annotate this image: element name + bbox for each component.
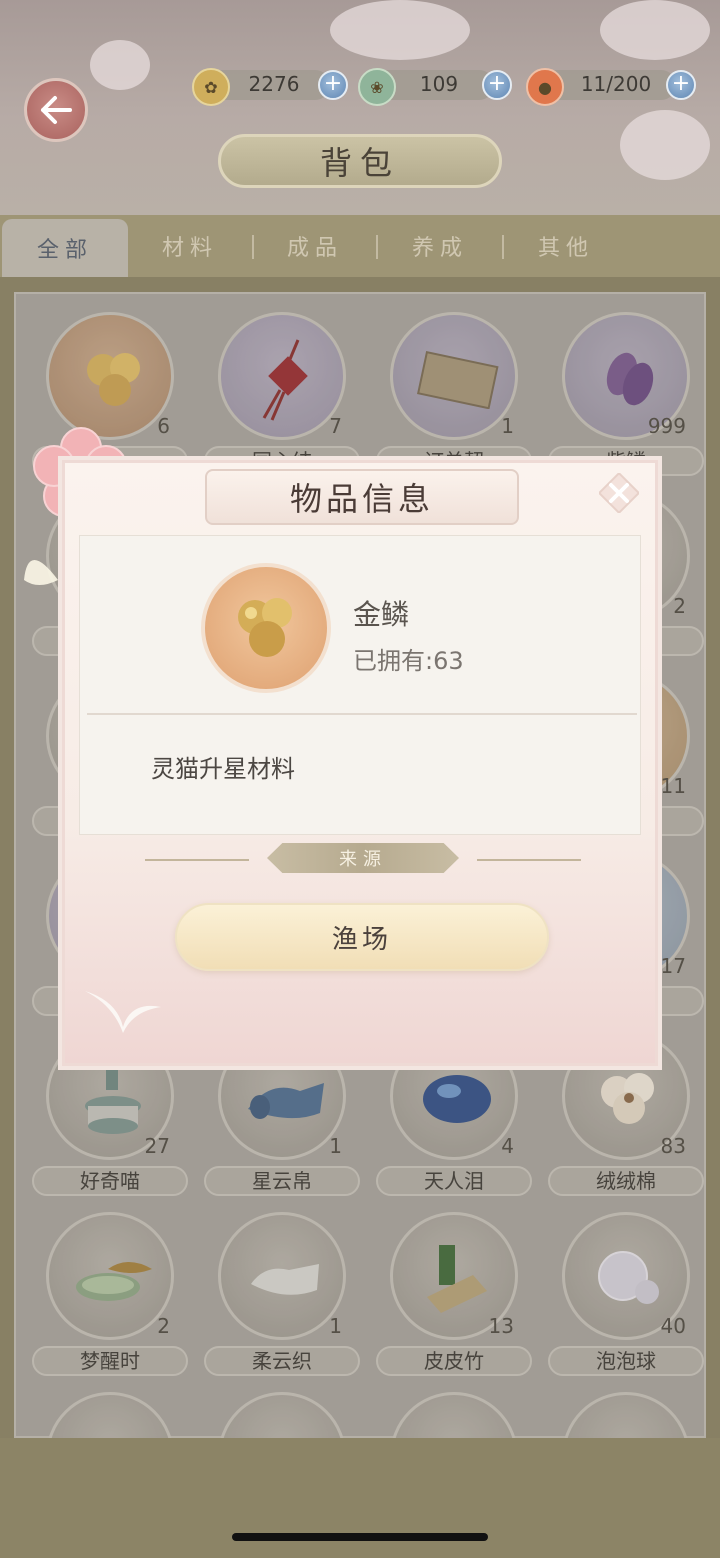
title-plate: 背包	[218, 134, 502, 188]
add-tokens-button[interactable]: +	[482, 70, 512, 100]
close-button[interactable]	[593, 467, 645, 519]
divider	[477, 859, 581, 861]
divider	[87, 713, 637, 715]
add-food-button[interactable]: +	[666, 70, 696, 100]
source-header: 来源	[145, 843, 581, 877]
coins-value: 2276	[248, 72, 300, 96]
blossom-decor	[600, 0, 710, 60]
dialog-title: 物品信息	[289, 480, 434, 518]
blossom-decor	[90, 40, 150, 90]
source-fishery-button[interactable]: 渔场	[175, 903, 549, 971]
add-coins-button[interactable]: +	[318, 70, 348, 100]
divider	[145, 859, 249, 861]
item-info-dialog: 物品信息 金鳞 已拥有:63 灵猫升星材料 来源 渔场	[62, 460, 658, 1066]
item-description: 灵猫升星材料	[151, 755, 295, 783]
item-icon	[201, 563, 331, 693]
blossom-decor	[330, 0, 470, 60]
back-arrow-icon	[41, 96, 72, 124]
tokens-value: 109	[419, 72, 459, 96]
header: ✿ 2276 + ❀ 109 + ● 11/200 + 背包	[0, 0, 720, 215]
owned-label: 已拥有:	[353, 647, 434, 675]
home-indicator[interactable]	[232, 1533, 488, 1541]
food-value: 11/200	[580, 72, 652, 96]
cat-token-icon: ❀	[358, 68, 396, 106]
food-bowl-icon: ●	[526, 68, 564, 106]
bird-icon	[85, 991, 161, 1033]
back-button[interactable]	[24, 78, 88, 142]
blossom-decor	[620, 110, 710, 180]
source-button-label: 渔场	[331, 924, 392, 955]
source-label: 来源	[339, 849, 387, 870]
source-plate: 来源	[267, 843, 459, 873]
paw-coin-icon: ✿	[192, 68, 230, 106]
page-title: 背包	[319, 144, 400, 182]
dialog-title-plate: 物品信息	[205, 469, 519, 525]
item-name: 金鳞	[353, 598, 410, 631]
dialog-content-panel	[79, 535, 641, 835]
owned-value: 63	[433, 647, 464, 675]
close-icon	[599, 473, 639, 513]
owned-count: 已拥有:63	[353, 641, 464, 676]
gold-scale-icon	[238, 598, 292, 657]
